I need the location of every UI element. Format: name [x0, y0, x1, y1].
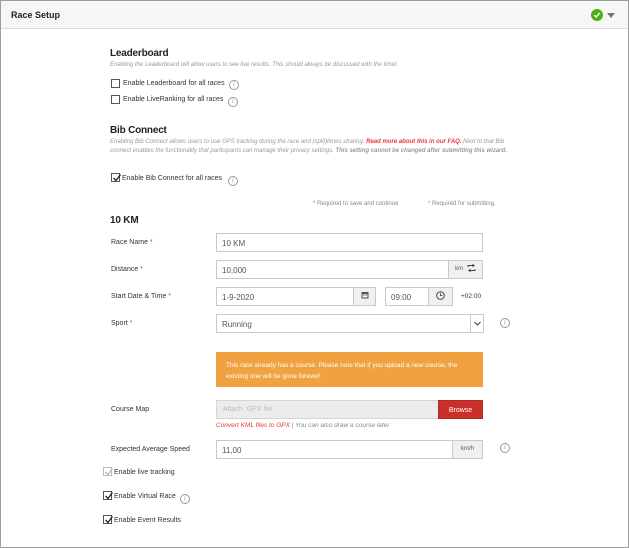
distance-unit: km	[455, 266, 464, 272]
faq-link[interactable]: Read more about this in our FAQ.	[366, 139, 461, 145]
expected-speed-input[interactable]: 11,00	[216, 440, 453, 459]
event-results-checkbox[interactable]	[103, 515, 114, 524]
sport-dropdown-button[interactable]	[470, 315, 483, 332]
live-tracking-checkbox[interactable]	[103, 467, 114, 476]
start-time-input[interactable]: 09:00	[385, 287, 429, 306]
label-text: Start Date & Time	[111, 293, 167, 300]
sport-select[interactable]: Running	[216, 314, 484, 333]
required-save-note: * Required to save and continue	[313, 201, 398, 207]
leaderboard-title: Leaderboard	[110, 48, 169, 59]
required-star: *	[149, 239, 153, 246]
expected-speed-label: Expected Average Speed	[111, 446, 190, 453]
leaderboard-checkbox[interactable]	[111, 79, 120, 88]
swap-icon	[467, 264, 476, 273]
check-circle-icon	[591, 9, 603, 21]
convert-hint: Convert KML files to GPX | You can also …	[216, 422, 389, 429]
info-icon[interactable]: i	[228, 176, 238, 186]
liveranking-checkbox[interactable]	[111, 95, 120, 104]
bib-desc-warning: This setting cannot be changed after sub…	[335, 148, 507, 154]
draw-course-hint: | You can also draw a course later	[289, 422, 390, 429]
race-name-input[interactable]: 10 KM	[216, 233, 483, 252]
sport-label: Sport *	[111, 320, 132, 327]
bib-connect-checkbox[interactable]	[111, 173, 122, 182]
timezone-label: +02:00	[461, 293, 482, 300]
bib-connect-description: Enabling Bib Connect allows users to use…	[110, 138, 522, 156]
leaderboard-description: Enabling the Leaderboard will allow user…	[110, 62, 399, 68]
required-star: *	[140, 266, 143, 273]
distance-input[interactable]: 10,000	[216, 260, 449, 279]
race-title: 10 KM	[110, 215, 139, 226]
label-text: Race Name	[111, 239, 148, 246]
required-save-text: Required to save and continue	[317, 201, 399, 207]
sport-selected-value: Running	[222, 320, 252, 329]
required-submit-note: * Required for submitting.	[428, 201, 496, 207]
start-date-input[interactable]: 1-9-2020	[216, 287, 354, 306]
distance-unit-toggle[interactable]: km	[448, 260, 483, 279]
liveranking-checkbox-label: Enable LiveRanking for all races	[123, 96, 224, 103]
chevron-down-icon[interactable]	[607, 13, 615, 18]
bib-connect-title: Bib Connect	[110, 125, 167, 136]
virtual-race-checkbox[interactable]	[103, 491, 114, 500]
course-warning-alert: This race already has a course. Please n…	[216, 352, 483, 387]
calendar-button[interactable]	[353, 287, 376, 306]
browse-button[interactable]: Browse	[438, 400, 483, 419]
calendar-icon	[361, 292, 368, 299]
checkmark-icon	[113, 174, 122, 182]
required-star: *	[168, 293, 171, 300]
course-map-label: Course Map	[111, 406, 150, 413]
event-results-label: Enable Event Results	[114, 517, 181, 524]
panel-title: Race Setup	[11, 10, 61, 20]
required-star: *	[428, 201, 431, 207]
label-text: Distance	[111, 266, 139, 273]
clock-button[interactable]	[428, 287, 453, 306]
speed-unit: km/h	[452, 440, 483, 459]
info-icon[interactable]: i	[180, 494, 190, 504]
required-star: *	[313, 201, 316, 207]
required-submit-text: Required for submitting.	[432, 201, 496, 207]
required-star: *	[129, 320, 133, 327]
distance-label: Distance *	[111, 266, 143, 273]
panel-header[interactable]: Race Setup	[1, 1, 628, 29]
label-text: Sport	[111, 320, 128, 327]
course-file-input[interactable]: Attach .GPX file	[216, 400, 439, 419]
info-icon[interactable]: i	[228, 97, 238, 107]
checkmark-icon	[105, 516, 114, 524]
checkmark-icon	[105, 492, 114, 500]
leaderboard-checkbox-label: Enable Leaderboard for all races	[123, 80, 225, 87]
convert-kml-link[interactable]: Convert KML files to GPX	[216, 422, 290, 429]
info-icon[interactable]: i	[229, 80, 239, 90]
info-icon[interactable]: i	[500, 443, 510, 453]
bib-desc-text: Enabling Bib Connect allows users to use…	[110, 139, 367, 145]
race-name-label: Race Name *	[111, 239, 153, 246]
virtual-race-label: Enable Virtual Race	[114, 493, 176, 500]
live-tracking-label: Enable live tracking	[114, 469, 175, 476]
info-icon[interactable]: i	[500, 318, 510, 328]
bib-connect-checkbox-label: Enable Bib Connect for all races	[122, 175, 222, 182]
clock-icon	[436, 291, 445, 300]
start-date-time-label: Start Date & Time *	[111, 293, 171, 300]
chevron-down-icon	[474, 321, 481, 326]
checkmark-icon	[105, 468, 114, 476]
